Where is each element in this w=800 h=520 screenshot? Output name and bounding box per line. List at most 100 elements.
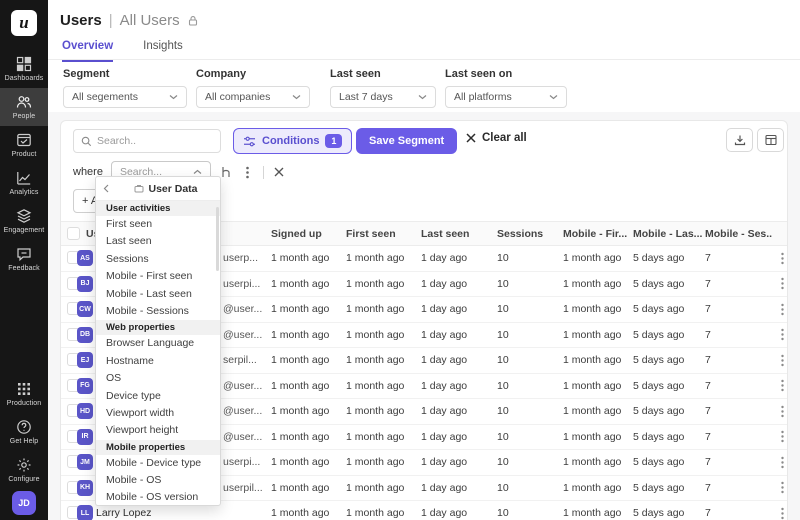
row-menu-icon[interactable]	[773, 478, 791, 498]
mobile-first-seen-cell: 1 month ago	[563, 329, 621, 341]
sidebar-item-feedback[interactable]: Feedback	[0, 240, 48, 278]
user-email: userpi...	[223, 456, 260, 468]
mobile-sessions-cell: 7	[705, 456, 711, 468]
briefcase-icon	[134, 184, 144, 193]
dropdown-item-mobile-device-type[interactable]: Mobile - Device type	[96, 455, 220, 472]
dropdown-item-viewport-height[interactable]: Viewport height	[96, 422, 220, 439]
dropdown-scrollbar[interactable]	[216, 207, 219, 271]
sidebar: u DashboardsPeopleProductAnalyticsEngage…	[0, 0, 48, 520]
signed-up-cell: 1 month ago	[271, 405, 329, 417]
page-title-subtitle: All Users	[120, 12, 180, 29]
last-seen-cell: 1 day ago	[421, 354, 467, 366]
dropdown-item-mobile-os-version[interactable]: Mobile - OS version	[96, 489, 220, 506]
filter-select[interactable]: All segements	[63, 86, 187, 108]
row-menu-icon[interactable]	[773, 452, 791, 472]
sidebar-item-analytics[interactable]: Analytics	[0, 164, 48, 202]
divider	[263, 166, 264, 179]
select-all-checkbox[interactable]	[67, 227, 80, 240]
filter-select[interactable]: All companies	[196, 86, 310, 108]
first-seen-cell: 1 month ago	[346, 482, 404, 494]
first-seen-cell: 1 month ago	[346, 456, 404, 468]
clear-all-button[interactable]: Clear all	[466, 132, 527, 144]
download-button[interactable]	[726, 128, 753, 152]
mobile-first-seen-cell: 1 month ago	[563, 456, 621, 468]
dropdown-item-mobile-os[interactable]: Mobile - OS	[96, 472, 220, 489]
mobile-last-seen-cell: 5 days ago	[633, 456, 684, 468]
filter-select[interactable]: All platforms	[445, 86, 567, 108]
dropdown-item-sessions[interactable]: Sessions	[96, 251, 220, 268]
conditions-button[interactable]: Conditions 1	[233, 128, 352, 154]
column-header: Mobile - Las...	[633, 228, 702, 240]
signed-up-cell: 1 month ago	[271, 456, 329, 468]
signed-up-cell: 1 month ago	[271, 329, 329, 341]
signed-up-cell: 1 month ago	[271, 278, 329, 290]
sessions-cell: 10	[497, 278, 509, 290]
sliders-icon	[243, 136, 256, 147]
user-email: userpil...	[223, 482, 263, 494]
dropdown-title: User Data	[148, 183, 197, 195]
table-search[interactable]	[73, 129, 221, 153]
dropdown-item-mobile-first-seen[interactable]: Mobile - First seen	[96, 268, 220, 285]
row-menu-icon[interactable]	[773, 299, 791, 319]
sidebar-item-engagement[interactable]: Engagement	[0, 202, 48, 240]
dropdown-item-browser-language[interactable]: Browser Language	[96, 335, 220, 352]
sidebar-nav-bottom: ProductionGet HelpConfigure	[0, 375, 48, 489]
user-email: @user...	[223, 380, 262, 392]
row-menu-icon[interactable]	[773, 427, 791, 447]
dropdown-item-mobile-sessions[interactable]: Mobile - Sessions	[96, 303, 220, 320]
dropdown-item-viewport-width[interactable]: Viewport width	[96, 405, 220, 422]
dropdown-item-first-seen[interactable]: First seen	[96, 216, 220, 233]
filter-value: Last 7 days	[339, 91, 393, 103]
columns-icon	[765, 134, 777, 146]
dropdown-item-last-seen[interactable]: Last seen	[96, 233, 220, 250]
mobile-sessions-cell: 7	[705, 303, 711, 315]
mobile-last-seen-cell: 5 days ago	[633, 380, 684, 392]
dropdown-item-device-type[interactable]: Device type	[96, 388, 220, 405]
search-input[interactable]	[97, 135, 207, 147]
row-menu-icon[interactable]	[773, 401, 791, 421]
row-menu-icon[interactable]	[773, 350, 791, 370]
row-menu-icon[interactable]	[773, 274, 791, 294]
mobile-first-seen-cell: 1 month ago	[563, 431, 621, 443]
download-icon	[734, 134, 746, 146]
row-menu-icon[interactable]	[773, 376, 791, 396]
first-seen-cell: 1 month ago	[346, 507, 404, 519]
sidebar-item-product[interactable]: Product	[0, 126, 48, 164]
save-segment-button[interactable]: Save Segment	[356, 128, 457, 154]
dropdown-item-os[interactable]: OS	[96, 370, 220, 387]
mobile-sessions-cell: 7	[705, 329, 711, 341]
filter-company: CompanyAll companies	[196, 68, 310, 108]
row-menu-icon[interactable]	[773, 325, 791, 345]
analytics-icon	[16, 170, 32, 186]
close-icon	[466, 133, 476, 143]
sessions-cell: 10	[497, 380, 509, 392]
sidebar-nav-top: DashboardsPeopleProductAnalyticsEngageme…	[0, 50, 48, 278]
dropdown-item-mobile-last-seen[interactable]: Mobile - Last seen	[96, 286, 220, 303]
hierarchy-icon[interactable]	[219, 164, 233, 180]
back-chevron-icon[interactable]	[103, 184, 115, 193]
page-title-separator: |	[109, 12, 113, 29]
row-menu-icon[interactable]	[773, 503, 791, 520]
dropdown-item-hostname[interactable]: Hostname	[96, 353, 220, 370]
mobile-first-seen-cell: 1 month ago	[563, 405, 621, 417]
sidebar-item-get-help[interactable]: Get Help	[0, 413, 48, 451]
clear-all-label: Clear all	[482, 132, 527, 144]
filter-select[interactable]: Last 7 days	[330, 86, 436, 108]
manage-columns-button[interactable]	[757, 128, 784, 152]
user-avatar[interactable]: JD	[12, 491, 36, 515]
sidebar-item-people[interactable]: People	[0, 88, 48, 126]
sidebar-item-production[interactable]: Production	[0, 375, 48, 413]
feedback-icon	[16, 246, 32, 262]
app-logo[interactable]: u	[11, 10, 37, 36]
remove-condition-icon[interactable]	[272, 164, 286, 180]
mobile-sessions-cell: 7	[705, 278, 711, 290]
mobile-last-seen-cell: 5 days ago	[633, 303, 684, 315]
more-vertical-icon[interactable]	[241, 164, 255, 180]
conditions-label: Conditions	[262, 135, 319, 147]
sidebar-item-dashboards[interactable]: Dashboards	[0, 50, 48, 88]
last-seen-cell: 1 day ago	[421, 431, 467, 443]
sessions-cell: 10	[497, 405, 509, 417]
row-menu-icon[interactable]	[773, 248, 791, 268]
sidebar-item-configure[interactable]: Configure	[0, 451, 48, 489]
last-seen-cell: 1 day ago	[421, 252, 467, 264]
